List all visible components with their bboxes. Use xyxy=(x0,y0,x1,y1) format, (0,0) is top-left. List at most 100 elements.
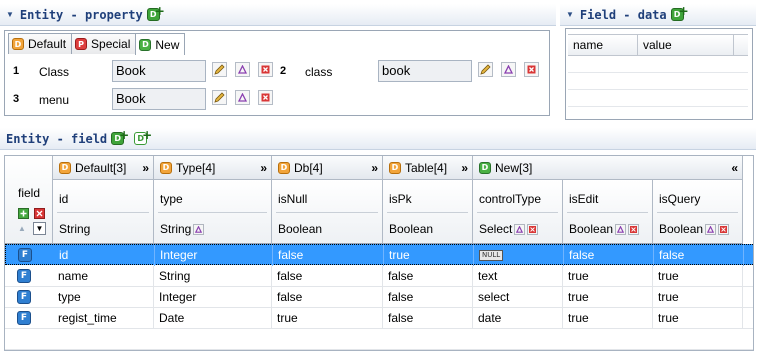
field-data-header-row: name value xyxy=(568,34,748,56)
column-header-isnull[interactable]: isNull Boolean xyxy=(272,180,383,244)
cell-isquery[interactable]: true xyxy=(653,266,743,287)
column-header-isedit[interactable]: isEdit Boolean xyxy=(563,180,653,244)
move-up-icon[interactable] xyxy=(514,223,526,235)
property-label-class: Class xyxy=(39,65,70,79)
delete-icon[interactable] xyxy=(524,62,539,77)
expand-arrow-icon[interactable]: » xyxy=(142,161,149,175)
column-header-name[interactable]: name xyxy=(568,35,638,55)
group-table-icon: D xyxy=(389,161,401,174)
group-header-type[interactable]: D Type[4] » xyxy=(154,156,272,180)
cell-isquery[interactable]: false xyxy=(654,245,744,266)
table-row[interactable]: F id Integer false true NULL false false xyxy=(5,244,753,266)
add-group-icon[interactable]: D xyxy=(134,128,152,145)
column-type: Boolean xyxy=(659,222,704,236)
move-up-icon[interactable] xyxy=(193,223,205,235)
cell-controltype[interactable]: NULL xyxy=(474,245,564,266)
sort-up-icon[interactable]: ▲ xyxy=(18,224,26,233)
group-header-db[interactable]: D Db[4] » xyxy=(272,156,383,180)
add-field-data-icon[interactable]: D xyxy=(670,4,689,21)
cell-controltype[interactable]: select xyxy=(473,287,563,308)
group-db-label: Db[4] xyxy=(294,160,323,175)
cell-isedit[interactable]: true xyxy=(563,308,653,329)
property-input-menu[interactable]: Book xyxy=(112,88,206,110)
column-header-controltype[interactable]: controlType Select xyxy=(473,180,563,244)
column-header-ispk[interactable]: isPk Boolean xyxy=(383,180,473,244)
cell-ispk[interactable]: true xyxy=(384,245,474,266)
cell-isedit[interactable]: false xyxy=(564,245,654,266)
table-row[interactable]: F name String false false text true true xyxy=(5,266,753,287)
cell-ispk[interactable]: false xyxy=(383,287,473,308)
cell-ispk[interactable]: false xyxy=(383,308,473,329)
cell-type[interactable]: Integer xyxy=(155,245,273,266)
group-table-label: Table[4] xyxy=(405,160,448,175)
group-header-table[interactable]: D Table[4] » xyxy=(383,156,473,180)
table-row[interactable]: F type Integer false false select true t… xyxy=(5,287,753,308)
group-header-new[interactable]: D New[3] « xyxy=(473,156,743,180)
move-up-icon[interactable] xyxy=(235,62,250,77)
collapse-arrow-icon[interactable]: « xyxy=(731,161,738,175)
field-icon: F xyxy=(17,311,31,325)
edit-pencil-icon[interactable] xyxy=(478,62,493,77)
column-header-id[interactable]: id String xyxy=(53,180,154,244)
sort-down-icon[interactable]: ▼ xyxy=(33,222,46,235)
column-header-value[interactable]: value xyxy=(638,35,734,55)
cell-id[interactable]: regist_time xyxy=(53,308,154,329)
add-property-icon[interactable]: D xyxy=(146,4,165,21)
cell-id[interactable]: id xyxy=(54,245,155,266)
edit-pencil-icon[interactable] xyxy=(212,90,227,105)
add-field-icon[interactable]: D xyxy=(111,128,129,145)
cell-isedit[interactable]: true xyxy=(563,266,653,287)
cell-controltype[interactable]: date xyxy=(473,308,563,329)
column-name: isEdit xyxy=(569,192,599,206)
field-icon: F xyxy=(18,248,32,262)
move-up-icon[interactable] xyxy=(705,223,717,235)
entity-field-grid: field ▲ ▼ D Default[3] » D Type[4] » D D… xyxy=(4,155,754,351)
tab-default[interactable]: D Default xyxy=(8,33,73,54)
cell-isnull[interactable]: false xyxy=(273,245,384,266)
collapse-caret-icon[interactable]: ▼ xyxy=(6,10,14,19)
remove-row-icon[interactable] xyxy=(34,208,45,219)
tab-new-icon: D xyxy=(139,38,152,51)
cell-type[interactable]: String xyxy=(154,266,272,287)
tab-special[interactable]: P Special xyxy=(71,33,137,54)
move-up-icon[interactable] xyxy=(501,62,516,77)
cell-id[interactable]: type xyxy=(53,287,154,308)
delete-icon[interactable] xyxy=(718,223,730,235)
cell-ispk[interactable]: false xyxy=(383,266,473,287)
property-label-class-lower: class xyxy=(305,65,333,79)
expand-arrow-icon[interactable]: » xyxy=(260,161,267,175)
cell-id[interactable]: name xyxy=(53,266,154,287)
cell-isquery[interactable]: true xyxy=(653,308,743,329)
cell-type[interactable]: Integer xyxy=(154,287,272,308)
table-row[interactable]: F regist_time Date true false date true … xyxy=(5,308,753,329)
delete-icon[interactable] xyxy=(628,223,640,235)
expand-arrow-icon[interactable]: » xyxy=(371,161,378,175)
column-header-type[interactable]: type String xyxy=(154,180,272,244)
collapse-caret-icon[interactable]: ▼ xyxy=(566,10,574,19)
property-tabs: D Default P Special D New xyxy=(8,33,186,55)
group-header-default[interactable]: D Default[3] » xyxy=(53,156,154,180)
property-input-class-lower[interactable]: book xyxy=(378,60,472,82)
delete-icon[interactable] xyxy=(258,62,273,77)
delete-icon[interactable] xyxy=(527,223,539,235)
tab-default-icon: D xyxy=(12,38,24,50)
cell-isnull[interactable]: false xyxy=(272,287,383,308)
delete-icon[interactable] xyxy=(258,90,273,105)
cell-type[interactable]: Date xyxy=(154,308,272,329)
move-up-icon[interactable] xyxy=(615,223,627,235)
tab-new-label: New xyxy=(155,37,180,52)
group-type-label: Type[4] xyxy=(176,160,216,175)
property-input-class[interactable]: Book xyxy=(112,60,206,82)
tab-new[interactable]: D New xyxy=(135,33,186,55)
column-name: type xyxy=(160,192,183,206)
cell-isnull[interactable]: true xyxy=(272,308,383,329)
cell-isquery[interactable]: true xyxy=(653,287,743,308)
column-header-isquery[interactable]: isQuery Boolean xyxy=(653,180,743,244)
expand-arrow-icon[interactable]: » xyxy=(461,161,468,175)
edit-pencil-icon[interactable] xyxy=(212,62,227,77)
cell-isnull[interactable]: false xyxy=(272,266,383,287)
cell-isedit[interactable]: true xyxy=(563,287,653,308)
move-up-icon[interactable] xyxy=(235,90,250,105)
add-row-icon[interactable] xyxy=(18,208,29,219)
cell-controltype[interactable]: text xyxy=(473,266,563,287)
